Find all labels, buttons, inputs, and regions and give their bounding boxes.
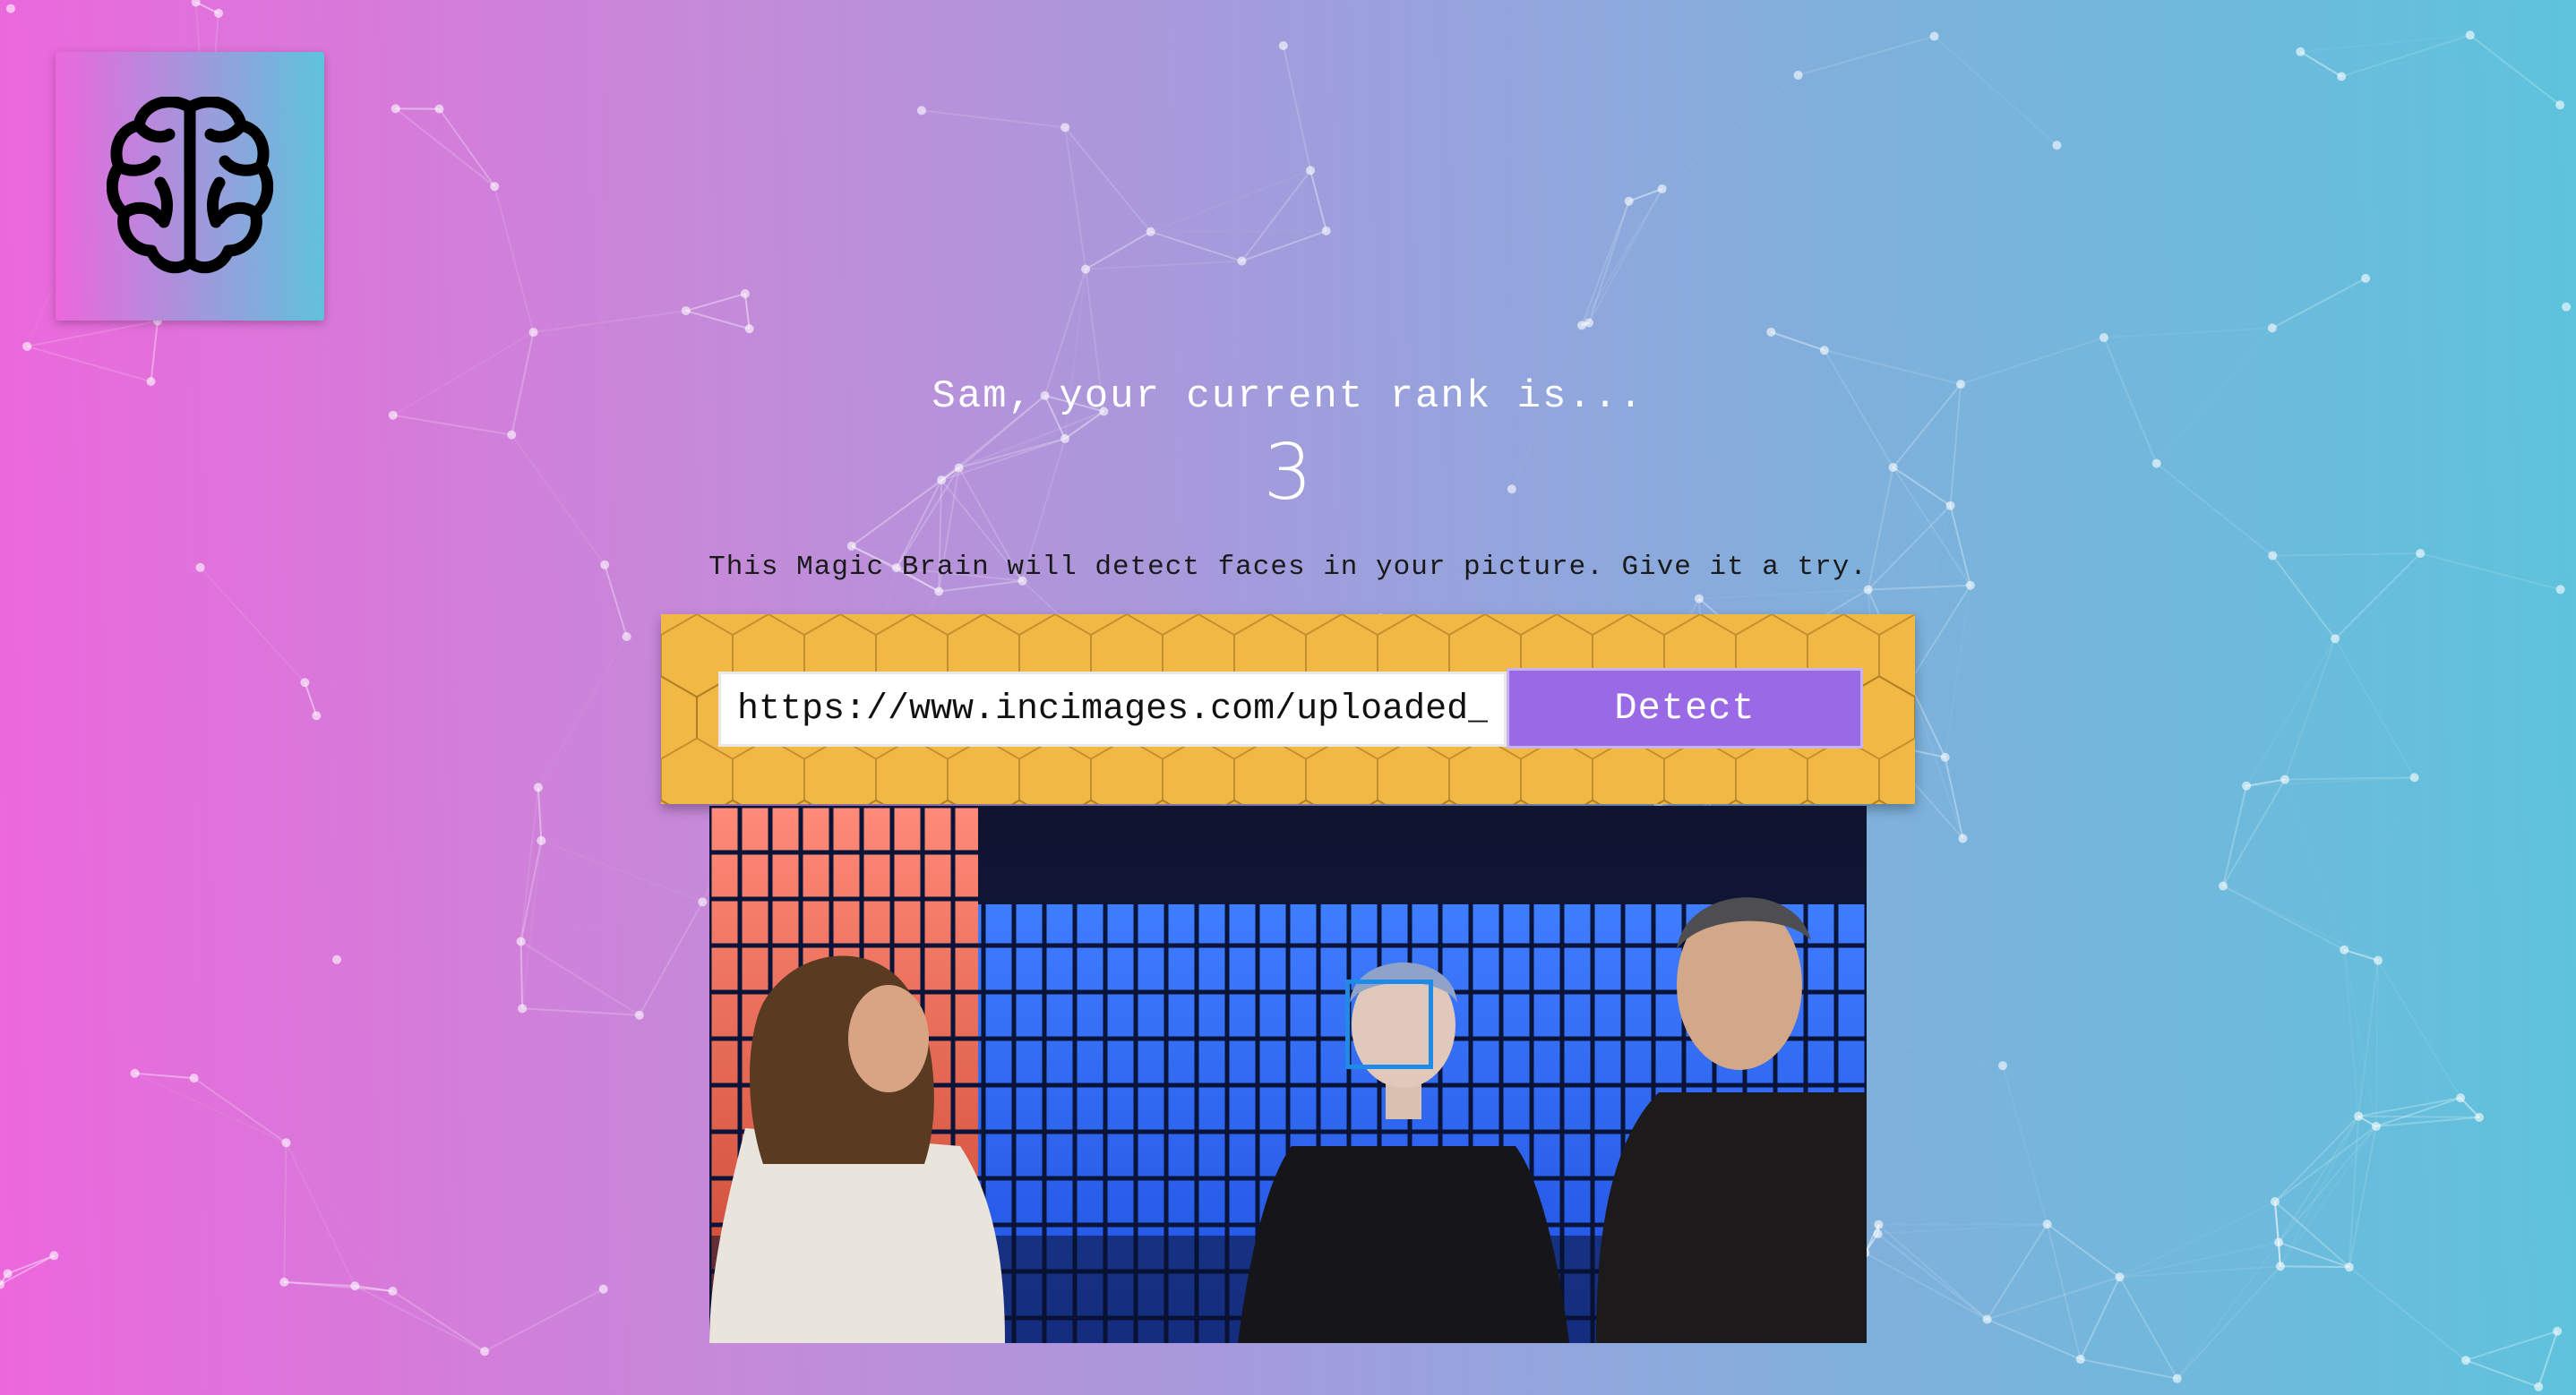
rank-message: Sam, your current rank is... — [932, 374, 1644, 419]
face-bounding-box — [1345, 980, 1433, 1069]
image-link-form: Detect — [661, 614, 1915, 804]
rank-value: 3 — [1263, 428, 1313, 518]
brain-icon — [107, 97, 273, 274]
logo-tilt-card[interactable] — [56, 52, 324, 321]
detect-button[interactable]: Detect — [1507, 668, 1863, 749]
form-description: This Magic Brain will detect faces in yo… — [708, 552, 1868, 583]
image-url-input[interactable] — [718, 672, 1507, 747]
stage-photo — [709, 806, 1867, 1343]
input-image — [709, 806, 1867, 1343]
